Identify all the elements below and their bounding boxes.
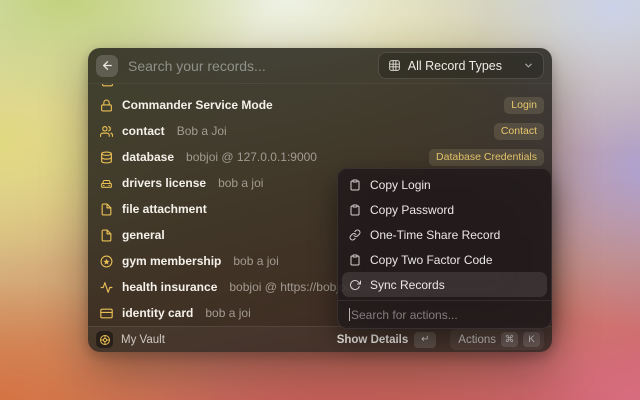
file-icon: [100, 203, 113, 216]
clipboard-icon: [349, 204, 361, 216]
menu-item-copy-password[interactable]: Copy Password: [342, 197, 547, 222]
clipboard-icon: [349, 179, 361, 191]
actions-search-placeholder: Search for actions...: [351, 308, 458, 322]
arrow-left-icon: [101, 59, 114, 72]
menu-item-label: Sync Records: [370, 278, 445, 292]
quick-search-window: All Record Types Commander Service Mode …: [88, 48, 552, 352]
record-type-badge: Contact: [494, 123, 544, 140]
menu-item-label: Copy Password: [370, 203, 454, 217]
record-row-commander-service-mode[interactable]: Commander Service Mode Login: [88, 92, 552, 118]
vault-selector[interactable]: My Vault: [96, 331, 165, 348]
car-icon: [100, 177, 113, 190]
star-circle-icon: [100, 255, 113, 268]
sync-icon: [349, 279, 361, 291]
clipboard-icon: [349, 254, 361, 266]
search-input[interactable]: [128, 58, 378, 74]
menu-item-label: One-Time Share Record: [370, 228, 500, 242]
footer-bar: My Vault Show Details ↵ Actions ⌘ K: [88, 326, 552, 352]
menu-item-sync-records[interactable]: Sync Records: [342, 272, 547, 297]
menu-item-one-time-share[interactable]: One-Time Share Record: [342, 222, 547, 247]
pulse-icon: [100, 281, 113, 294]
record-title: drivers license: [122, 176, 206, 190]
database-icon: [100, 151, 113, 164]
menu-item-label: Copy Two Factor Code: [370, 253, 493, 267]
record-title: gym membership: [122, 254, 221, 268]
record-actions-menu: Copy Login Copy Password One-Time Share …: [337, 168, 552, 329]
record-title: Commander Service Mode: [122, 98, 273, 112]
file-icon: [100, 229, 113, 242]
actions-label: Actions: [458, 334, 496, 346]
search-header: All Record Types: [88, 48, 552, 84]
record-type-badge: Login: [504, 97, 544, 114]
record-subtitle: bob a joi: [205, 306, 250, 320]
footer-actions: Show Details ↵ Actions ⌘ K: [337, 329, 544, 350]
record-row-contact[interactable]: contact Bob a Joi Contact: [88, 118, 552, 144]
command-key-icon: ⌘: [501, 332, 518, 347]
record-row-database[interactable]: database bobjoi @ 127.0.0.1:9000 Databas…: [88, 144, 552, 170]
contact-icon: [100, 125, 113, 138]
record-title: general: [122, 228, 165, 242]
show-details-label: Show Details: [337, 334, 409, 346]
vault-logo-icon: [96, 331, 113, 348]
enter-key-icon: ↵: [414, 332, 436, 348]
record-type-filter-dropdown[interactable]: All Record Types: [378, 52, 544, 79]
record-subtitle: bobjoi @ 127.0.0.1:9000: [186, 150, 317, 164]
record-title: file attachment: [122, 202, 207, 216]
actions-menu-items: Copy Login Copy Password One-Time Share …: [338, 169, 551, 300]
text-cursor: [349, 308, 350, 321]
chevron-down-icon: [523, 60, 534, 71]
record-subtitle: Bob a Joi: [177, 124, 227, 138]
clipped-record-icon: [101, 84, 114, 88]
record-subtitle: bob a joi: [233, 254, 278, 268]
menu-item-copy-login[interactable]: Copy Login: [342, 172, 547, 197]
record-title: contact: [122, 124, 165, 138]
back-button[interactable]: [96, 55, 118, 77]
lock-icon: [100, 99, 113, 112]
record-type-badge: Database Credentials: [429, 149, 544, 166]
record-type-filter-label: All Record Types: [408, 59, 502, 73]
record-title: identity card: [122, 306, 193, 320]
menu-item-copy-two-factor[interactable]: Copy Two Factor Code: [342, 247, 547, 272]
link-icon: [349, 229, 361, 241]
id-card-icon: [100, 307, 113, 320]
record-title: health insurance: [122, 280, 217, 294]
actions-search-field[interactable]: Search for actions...: [338, 301, 551, 328]
scrolled-row-sliver: [88, 84, 552, 92]
grid-icon: [388, 59, 401, 72]
k-key-icon: K: [523, 332, 540, 347]
vault-label: My Vault: [121, 334, 165, 346]
actions-button[interactable]: Actions ⌘ K: [450, 329, 544, 350]
menu-item-label: Copy Login: [370, 178, 431, 192]
record-title: database: [122, 150, 174, 164]
record-subtitle: bob a joi: [218, 176, 263, 190]
show-details-button[interactable]: Show Details ↵: [337, 332, 437, 348]
